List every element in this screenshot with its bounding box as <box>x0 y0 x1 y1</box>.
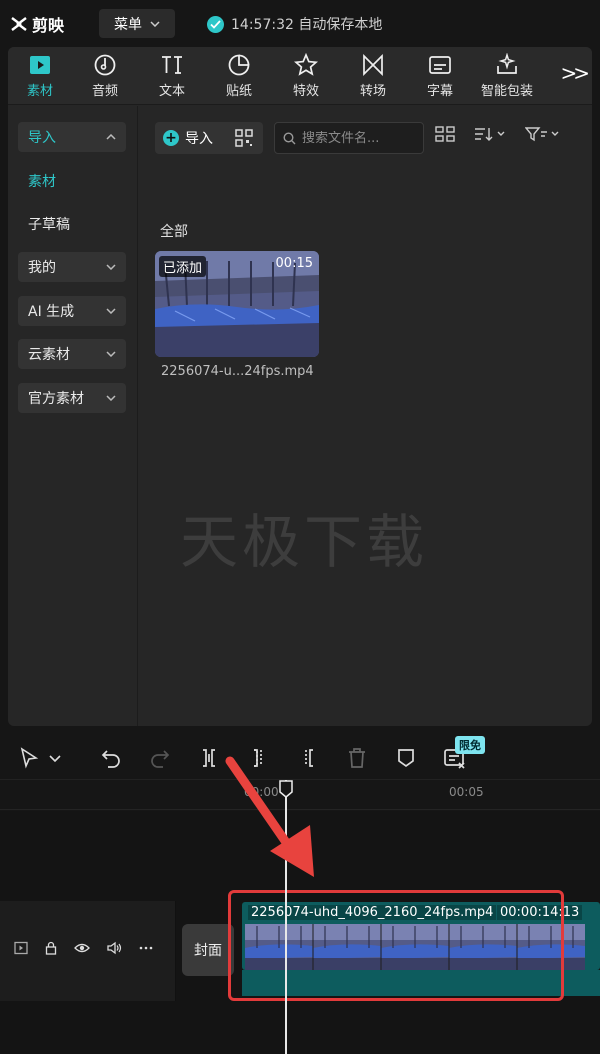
asset-toolbar: 素材 音频 文本 贴纸 特效 转场 字幕 智能包装 >> <box>8 47 592 105</box>
media-panel: 素材 音频 文本 贴纸 特效 转场 字幕 智能包装 >> 导入 素材 子草稿 我… <box>8 47 592 726</box>
ruler-label: 00:05 <box>449 785 484 799</box>
redo-icon[interactable] <box>148 746 172 770</box>
subtitle-icon <box>429 56 451 74</box>
eye-icon[interactable] <box>74 941 90 955</box>
media-thumbnail[interactable]: 已添加 00:15 <box>155 251 319 357</box>
tab-text-label: 文本 <box>158 84 185 99</box>
tab-smart-pack[interactable]: 智能包装 <box>477 53 537 101</box>
grid-view-icon[interactable] <box>435 126 455 142</box>
tab-subtitle-label: 字幕 <box>426 84 453 99</box>
media-filename: 2256074-u...24fps.mp4 <box>161 364 314 379</box>
smart-pack-icon <box>497 53 517 74</box>
import-button[interactable]: + 导入 <box>155 122 263 154</box>
menu-button[interactable]: 菜单 <box>99 9 175 38</box>
asset-sidebar: 导入 素材 子草稿 我的 AI 生成 云素材 官方素材 <box>8 106 138 726</box>
search-input[interactable] <box>302 130 412 146</box>
sidebar-item-import[interactable]: 导入 <box>18 122 126 152</box>
plus-icon: + <box>163 130 179 146</box>
sidebar-item-subdraft[interactable]: 子草稿 <box>18 209 126 239</box>
sidebar-item-label: AI 生成 <box>28 304 75 320</box>
sidebar-item-label: 云素材 <box>28 347 70 363</box>
sidebar-item-mine[interactable]: 我的 <box>18 252 126 282</box>
duration-badge: 00:15 <box>275 256 313 271</box>
tab-sticker-label: 贴纸 <box>225 84 252 99</box>
sidebar-item-official[interactable]: 官方素材 <box>18 383 126 413</box>
split-icon[interactable] <box>197 746 221 770</box>
sidebar-item-label: 我的 <box>28 260 56 276</box>
sidebar-item-label: 导入 <box>28 130 56 146</box>
autosave-status: 14:57:32 自动保存本地 <box>207 14 382 34</box>
sidebar-item-cloud[interactable]: 云素材 <box>18 339 126 369</box>
check-icon <box>207 15 224 33</box>
chevron-down-icon <box>106 351 116 357</box>
tab-audio[interactable]: 音频 <box>75 53 135 101</box>
chevron-down-icon <box>106 264 116 270</box>
tab-audio-label: 音频 <box>91 84 118 99</box>
filter-icon[interactable] <box>525 126 561 142</box>
text-icon <box>162 56 182 74</box>
transition-icon <box>363 53 383 77</box>
added-badge: 已添加 <box>159 256 207 277</box>
track-video-icon[interactable] <box>14 941 28 955</box>
delete-icon[interactable] <box>345 746 369 770</box>
media-icon <box>30 56 50 74</box>
watermark: 天极下载 <box>180 508 429 576</box>
qr-code-icon[interactable] <box>235 129 253 147</box>
capcut-logo-icon <box>11 17 27 31</box>
audio-icon <box>94 54 116 76</box>
sticker-icon <box>228 54 250 76</box>
tab-sticker[interactable]: 贴纸 <box>209 53 269 101</box>
tab-transition-label: 转场 <box>359 84 386 99</box>
tab-text[interactable]: 文本 <box>142 53 202 101</box>
media-content: + 导入 全部 <box>139 106 592 726</box>
chevron-down-icon <box>106 308 116 314</box>
sidebar-item-label: 官方素材 <box>28 391 84 407</box>
tab-subtitle[interactable]: 字幕 <box>410 53 470 101</box>
chevron-up-icon <box>106 134 116 140</box>
cover-button[interactable]: 封面 <box>182 924 234 976</box>
app-logo: 剪映 <box>10 12 64 36</box>
track-controls <box>14 941 154 955</box>
sidebar-item-label: 子草稿 <box>28 217 70 233</box>
sort-icon[interactable] <box>473 126 507 142</box>
tab-effects-label: 特效 <box>292 84 319 99</box>
tab-effects[interactable]: 特效 <box>276 53 336 101</box>
sidebar-item-media[interactable]: 素材 <box>18 166 126 196</box>
tab-media[interactable]: 素材 <box>10 53 70 101</box>
free-badge: 限免 <box>455 736 485 754</box>
chevron-down-icon[interactable] <box>48 746 62 770</box>
highlight-annotation <box>228 890 564 1001</box>
sidebar-item-ai-generate[interactable]: AI 生成 <box>18 296 126 326</box>
effects-icon <box>294 53 318 76</box>
undo-icon[interactable] <box>99 746 123 770</box>
red-arrow-annotation <box>225 756 314 877</box>
more-tabs-button[interactable]: >> <box>560 61 589 85</box>
tab-transition[interactable]: 转场 <box>343 53 403 101</box>
tab-smart-pack-label: 智能包装 <box>480 84 533 99</box>
section-title: 全部 <box>160 224 188 240</box>
import-label: 导入 <box>185 131 213 147</box>
chevron-down-icon <box>150 20 160 27</box>
autosave-text: 14:57:32 自动保存本地 <box>231 17 383 33</box>
sidebar-item-label: 素材 <box>28 174 56 190</box>
menu-label: 菜单 <box>114 16 142 33</box>
app-name: 剪映 <box>32 16 65 35</box>
marker-icon[interactable] <box>394 746 418 770</box>
more-options-icon[interactable] <box>138 941 154 955</box>
search-icon <box>283 131 296 144</box>
lock-icon[interactable] <box>44 941 58 955</box>
tab-media-label: 素材 <box>26 84 53 99</box>
chevron-down-icon <box>106 395 116 401</box>
select-cursor-icon[interactable] <box>18 746 42 770</box>
search-box[interactable] <box>274 122 424 154</box>
view-controls <box>435 126 561 142</box>
title-bar: 剪映 菜单 14:57:32 自动保存本地 <box>0 0 600 46</box>
volume-icon[interactable] <box>106 941 122 955</box>
